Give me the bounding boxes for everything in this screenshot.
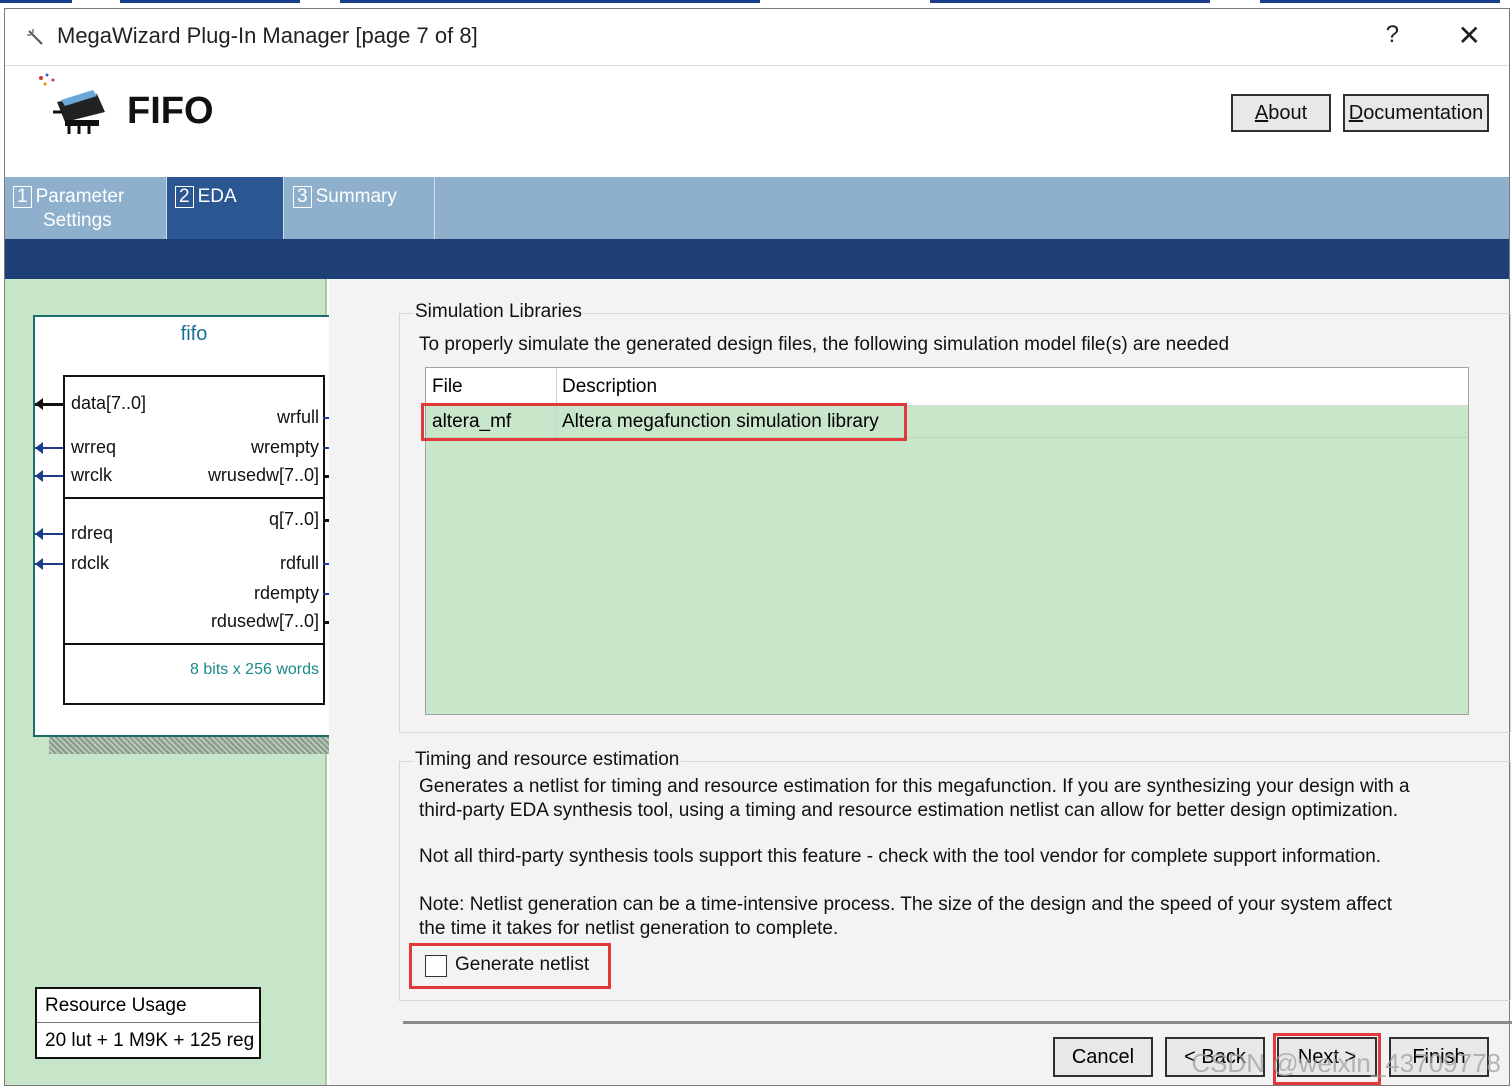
port-wrfull: wrfull	[276, 407, 319, 427]
fifo-symbol: fifo data[7..0] wrreq wrclk rdreq rdclk …	[33, 315, 355, 737]
tab-number: 1	[13, 186, 32, 208]
resource-usage-box: Resource Usage 20 lut + 1 M9K + 125 reg	[35, 987, 261, 1059]
tab-label-line2: Settings	[43, 210, 112, 231]
port-rdfull: rdfull	[279, 553, 319, 573]
symbol-preview-pane: fifo data[7..0] wrreq wrclk rdreq rdclk …	[5, 279, 371, 1085]
strip-dash	[120, 0, 300, 3]
cancel-button[interactable]: Cancel	[1053, 1037, 1153, 1077]
window-title: MegaWizard Plug-In Manager [page 7 of 8]	[57, 23, 478, 48]
port-arrow-rdreq	[35, 528, 63, 540]
port-wrreq: wrreq	[71, 437, 117, 457]
port-rdreq: rdreq	[71, 523, 114, 543]
tab-parameter-settings[interactable]: 1 Parameter Settings	[5, 177, 165, 239]
port-arrow-rdclk	[35, 558, 63, 570]
about-label-rest: bout	[1268, 101, 1308, 124]
port-wrusedw: wrusedw[7..0]	[207, 465, 319, 485]
port-arrow-wrclk	[35, 470, 63, 482]
port-arrow-wrreq	[35, 442, 63, 454]
wizard-header: FIFO About Documentation	[5, 65, 1509, 177]
documentation-button[interactable]: Documentation	[1343, 94, 1489, 132]
generate-netlist-label[interactable]: Generate netlist	[455, 953, 589, 977]
timing-description-line1: Generates a netlist for timing and resou…	[419, 776, 1410, 797]
footer-divider	[403, 1021, 1512, 1024]
tab-bar: 1 Parameter Settings 2 EDA 3 Summary	[5, 177, 1509, 239]
symbol-separator	[63, 643, 325, 645]
cell-description: Altera megafunction simulation library	[562, 411, 879, 432]
port-wrempty: wrempty	[250, 437, 319, 457]
wand-icon	[25, 27, 47, 49]
timing-description-line2: third-party EDA synthesis tool, using a …	[419, 800, 1398, 821]
tab-underline-band	[5, 239, 1509, 279]
timing-support-note: Not all third-party synthesis tools supp…	[419, 846, 1382, 867]
simulation-description: To properly simulate the generated desig…	[419, 334, 1230, 355]
about-mnemonic: A	[1254, 101, 1269, 124]
documentation-mnemonic: D	[1348, 101, 1364, 124]
tab-number: 2	[175, 186, 194, 208]
megawizard-window: MegaWizard Plug-In Manager [page 7 of 8]…	[4, 8, 1512, 1086]
tab-label: Summary	[315, 186, 397, 207]
documentation-label-rest: ocumentation	[1363, 101, 1484, 124]
port-q: q[7..0]	[268, 509, 319, 529]
table-row[interactable]: altera_mf Altera megafunction simulation…	[426, 406, 1468, 438]
generate-netlist-checkbox[interactable]	[425, 955, 447, 977]
strip-dash	[0, 0, 72, 3]
megawizard-logo-icon	[35, 72, 115, 142]
column-separator	[556, 368, 557, 440]
strip-dash	[1260, 0, 1500, 3]
port-arrow-data	[35, 398, 63, 410]
table-header: File Description	[426, 368, 1468, 406]
background-strip	[0, 0, 1512, 8]
column-header-description[interactable]: Description	[562, 376, 657, 398]
port-rdusedw: rdusedw[7..0]	[210, 611, 319, 631]
port-rdempty: rdempty	[253, 583, 319, 603]
simulation-libraries-title: Simulation Libraries	[413, 301, 584, 323]
port-data: data[7..0]	[71, 393, 147, 413]
help-button[interactable]: ?	[1386, 21, 1399, 49]
tab-summary[interactable]: 3 Summary	[285, 177, 435, 239]
product-title: FIFO	[127, 90, 214, 132]
timing-note-line2: the time it takes for netlist generation…	[419, 918, 839, 939]
tab-label: EDA	[197, 186, 237, 207]
port-rdclk: rdclk	[71, 553, 110, 573]
eda-settings-pane: Simulation Libraries To properly simulat…	[329, 279, 1512, 1085]
symbol-size-note: 8 bits x 256 words	[190, 661, 319, 678]
resource-usage-value: 20 lut + 1 M9K + 125 reg	[45, 1030, 255, 1051]
strip-dash	[340, 0, 760, 3]
close-button[interactable]: ✕	[1458, 19, 1481, 52]
about-button[interactable]: About	[1231, 94, 1331, 132]
watermark-text: CSDN @weixin_43709778	[1191, 1048, 1501, 1078]
timing-estimation-title: Timing and resource estimation	[413, 749, 682, 771]
title-bar: MegaWizard Plug-In Manager [page 7 of 8]…	[5, 9, 1509, 65]
resource-usage-header: Resource Usage	[37, 989, 259, 1023]
tab-eda[interactable]: 2 EDA	[166, 177, 284, 239]
symbol-separator	[63, 497, 325, 499]
column-header-file[interactable]: File	[432, 376, 463, 398]
port-wrclk: wrclk	[71, 465, 112, 485]
strip-dash	[930, 0, 1210, 3]
tab-label: Parameter	[35, 186, 125, 207]
simulation-files-table[interactable]: File Description altera_mf Altera megafu…	[425, 367, 1469, 715]
tab-number: 3	[293, 186, 312, 208]
symbol-name: fifo	[180, 323, 208, 345]
cell-file: altera_mf	[432, 411, 512, 432]
timing-note-line1: Note: Netlist generation can be a time-i…	[419, 894, 1393, 915]
